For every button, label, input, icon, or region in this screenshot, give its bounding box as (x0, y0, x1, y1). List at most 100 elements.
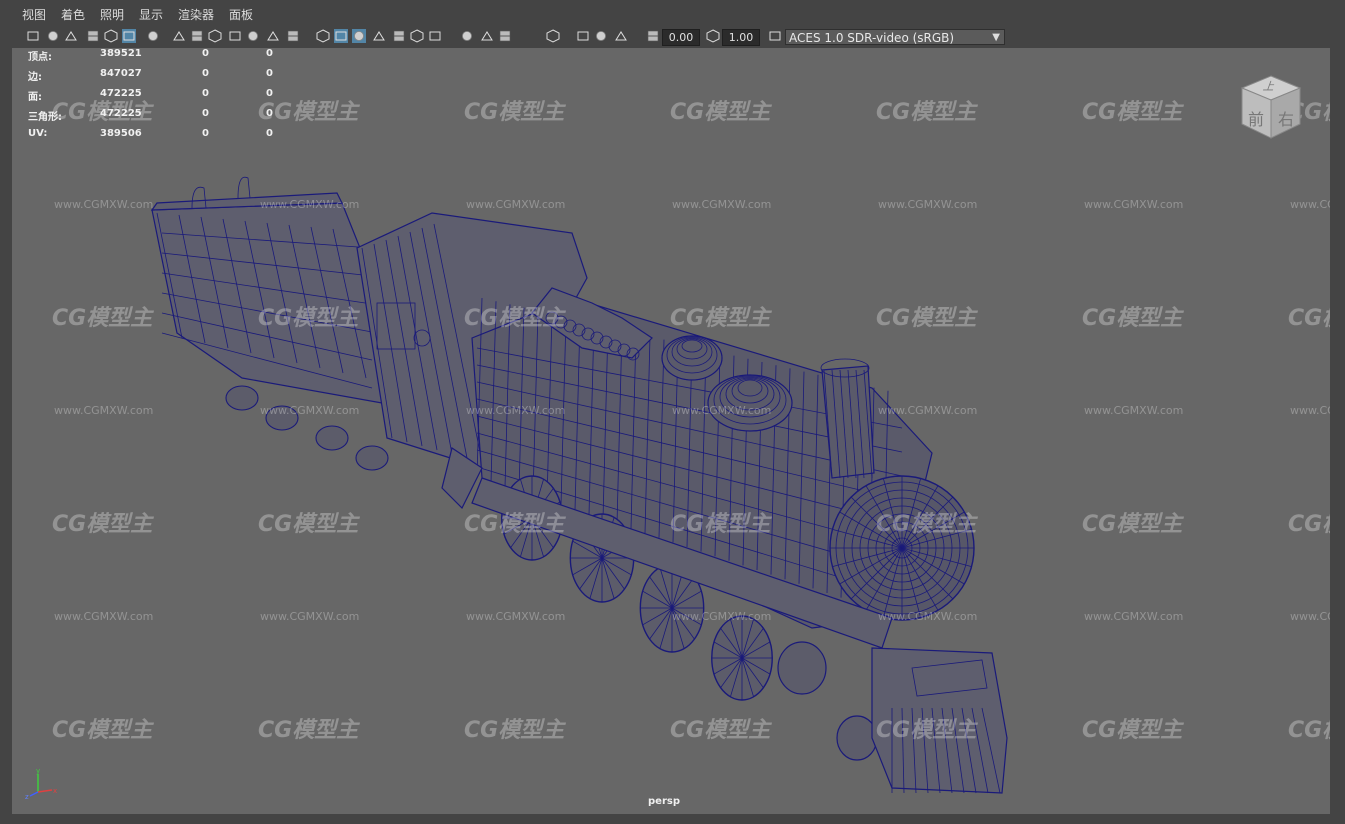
film-gate-icon[interactable] (172, 29, 186, 43)
chevron-down-icon: ▼ (992, 32, 1000, 43)
gamma-field[interactable]: 1.00 (722, 29, 760, 46)
watermark-url: www.CGMXW.com (260, 404, 360, 417)
backface-culling-icon[interactable] (614, 29, 628, 43)
watermark-url: www.CGMXW.com (260, 198, 360, 211)
watermark-url: www.CGMXW.com (672, 610, 772, 623)
textured-icon[interactable] (372, 29, 386, 43)
safe-action-icon[interactable] (246, 29, 260, 43)
watermark-url: www.CGMXW.com (672, 404, 772, 417)
viewport-persp[interactable]: CG模型主 www.CGMXW.com CG模型主 www.CGMXW.com CG模型… (12, 48, 1330, 814)
menu-shading[interactable]: 着色 (61, 6, 85, 23)
hud-value-selected: 0 (202, 128, 209, 139)
viewcube-right-label: 右 (1278, 110, 1295, 129)
anti-aliasing-icon[interactable] (480, 29, 494, 43)
locomotive-wireframe-model[interactable] (12, 48, 1330, 814)
watermark-logo: CG模型主 (1082, 100, 1183, 125)
smooth-shade-icon[interactable] (316, 29, 330, 43)
watermark-url: www.CGMXW.com (260, 610, 360, 623)
exposure-icon[interactable] (646, 29, 660, 43)
screen-space-ao-icon[interactable] (428, 29, 442, 43)
color-management-icon[interactable] (768, 29, 782, 43)
watermark-logo: CG模型主 (258, 512, 359, 537)
watermark-logo: CG模型主 (670, 306, 771, 331)
view-cube[interactable]: 上 前 右 (1236, 72, 1306, 142)
watermark-logo: CG模型主 (876, 512, 977, 537)
gamma-icon[interactable] (706, 29, 720, 43)
watermark-logo: CG模型主 (670, 512, 771, 537)
colorspace-dropdown[interactable]: ACES 1.0 SDR-video (sRGB) ▼ (785, 29, 1005, 45)
hud-value-total: 389506 (100, 128, 142, 139)
bookmark-icon[interactable] (64, 29, 78, 43)
viewcube-front-label: 前 (1248, 110, 1265, 129)
left-frame (0, 48, 12, 824)
watermark-url: www.CGMXW.com (672, 198, 772, 211)
watermark-logo: CG模型主 (464, 306, 565, 331)
watermark-logo: CG模型主 (1288, 512, 1330, 537)
watermark-logo: CG模型主 (670, 100, 771, 125)
menu-bar: 视图 着色 照明 显示 渲染器 面板 (0, 0, 1345, 26)
tender-wheel (315, 425, 349, 451)
bottom-frame (0, 814, 1345, 824)
watermark-logo: CG模型主 (464, 718, 565, 743)
watermark-logo: CG模型主 (258, 718, 359, 743)
x-axis-icon (37, 789, 53, 793)
grease-pencil-icon[interactable] (122, 29, 136, 43)
watermark-logo: CG模型主 (464, 512, 565, 537)
shadows-icon[interactable] (410, 29, 424, 43)
camera-select-icon[interactable] (26, 29, 40, 43)
pilot-wheel (777, 641, 827, 695)
menu-renderer[interactable]: 渲染器 (178, 6, 214, 23)
watermark-url: www.CGMXW.com (1290, 404, 1330, 417)
field-chart-icon[interactable] (228, 29, 242, 43)
lights-icon[interactable] (392, 29, 406, 43)
watermark-url: www.CGMXW.com (878, 610, 978, 623)
image-plane-icon[interactable] (86, 29, 100, 43)
watermark-logo: CG模型主 (52, 718, 153, 743)
hud-value-total: 472225 (100, 108, 142, 119)
isolate-select-icon[interactable] (546, 29, 560, 43)
hud-value-components: 0 (266, 68, 273, 79)
hud-value-components: 0 (266, 48, 273, 59)
tender-handle (237, 176, 251, 199)
watermark-logo: CG模型主 (1082, 718, 1183, 743)
pan-zoom-icon[interactable] (104, 29, 118, 43)
hud-label: UV: (28, 128, 48, 139)
depth-of-field-icon[interactable] (498, 29, 512, 43)
xray-icon[interactable] (576, 29, 590, 43)
wireframe-icon[interactable] (286, 29, 300, 43)
hud-value-total: 472225 (100, 88, 142, 99)
svg-text:y: y (36, 767, 40, 775)
watermark-url: www.CGMXW.com (878, 198, 978, 211)
svg-text:z: z (25, 793, 29, 801)
menu-panels[interactable]: 面板 (229, 6, 253, 23)
watermark-url: www.CGMXW.com (1084, 610, 1184, 623)
wireframe-on-shaded-icon[interactable] (352, 29, 366, 43)
hud-value-components: 0 (266, 128, 273, 139)
menu-view[interactable]: 视图 (22, 6, 46, 23)
watermark-logo: CG模型主 (1082, 306, 1183, 331)
menu-show[interactable]: 显示 (139, 6, 163, 23)
resolution-gate-icon[interactable] (190, 29, 204, 43)
hud-label: 三角形: (28, 112, 62, 123)
exposure-field[interactable]: 0.00 (662, 29, 700, 46)
watermark-url: www.CGMXW.com (1290, 198, 1330, 211)
watermark-url: www.CGMXW.com (1084, 198, 1184, 211)
hud-value-selected: 0 (202, 68, 209, 79)
watermark-url: www.CGMXW.com (1290, 610, 1330, 623)
grid-icon[interactable] (146, 29, 160, 43)
default-material-icon[interactable] (334, 29, 348, 43)
menu-lighting[interactable]: 照明 (100, 6, 124, 23)
camera-attributes-icon[interactable] (46, 29, 60, 43)
safe-title-icon[interactable] (266, 29, 280, 43)
watermark-url: www.CGMXW.com (466, 404, 566, 417)
gate-mask-icon[interactable] (208, 29, 222, 43)
watermark-url: www.CGMXW.com (1084, 404, 1184, 417)
watermark-url: www.CGMXW.com (54, 610, 154, 623)
watermark-url: www.CGMXW.com (466, 198, 566, 211)
watermark-url: www.CGMXW.com (54, 404, 154, 417)
hud-value-total: 847027 (100, 68, 142, 79)
motion-blur-icon[interactable] (460, 29, 474, 43)
watermark-url: www.CGMXW.com (54, 198, 154, 211)
xray-joints-icon[interactable] (594, 29, 608, 43)
z-axis-icon (29, 791, 39, 797)
